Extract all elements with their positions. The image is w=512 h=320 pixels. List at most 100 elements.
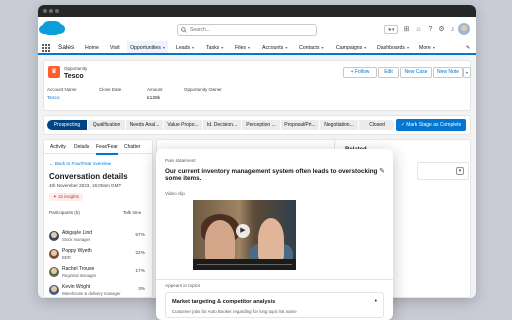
nav-item-home[interactable]: Home bbox=[85, 43, 99, 53]
user-avatar[interactable] bbox=[458, 23, 470, 35]
video-progress-track[interactable] bbox=[197, 264, 292, 265]
bell-icon[interactable]: ♪ bbox=[448, 25, 457, 34]
new-note-button[interactable]: New Note bbox=[433, 67, 463, 78]
stage-value-proposition[interactable]: Value Propo... bbox=[164, 120, 202, 130]
salesforce-logo[interactable] bbox=[39, 21, 65, 35]
nav-item-campaigns[interactable]: Campaigns ▾ bbox=[336, 43, 366, 53]
nav-item-opportunities[interactable]: Opportunities ▾ bbox=[127, 41, 168, 55]
chevron-down-icon[interactable]: ▾ bbox=[456, 167, 464, 175]
nav-item-leads[interactable]: Leads ▾ bbox=[176, 43, 194, 53]
participant-row[interactable]: Poppy Wyeth BDR 22% bbox=[49, 246, 149, 264]
play-icon[interactable]: ▶ bbox=[236, 224, 250, 238]
nav-item-files[interactable]: Files ▾ bbox=[235, 43, 250, 53]
chevron-down-icon[interactable]: ▾ bbox=[433, 45, 435, 50]
stage-id-decision[interactable]: Id. Decision... bbox=[203, 120, 241, 130]
participant-role: BDR bbox=[62, 255, 71, 260]
amount-value: £128k bbox=[147, 96, 161, 101]
conversation-date: 4th November 2023, 15:00am GMT bbox=[49, 183, 122, 188]
stage-proposal[interactable]: Proposal/Pri... bbox=[281, 120, 319, 130]
chevron-down-icon[interactable]: ▾ bbox=[192, 45, 194, 50]
chevron-down-icon[interactable]: ▾ bbox=[285, 45, 287, 50]
topic-card[interactable]: Market targeting & competitor analysis C… bbox=[165, 292, 384, 318]
chevron-down-icon[interactable]: ▾ bbox=[364, 45, 366, 50]
field-label-close-date: Close Date bbox=[99, 87, 122, 92]
app-launcher-icon[interactable] bbox=[42, 44, 50, 52]
insights-badge[interactable]: ✦ 15 insights bbox=[49, 193, 83, 201]
edit-nav-pencil-icon[interactable]: ✎ bbox=[466, 43, 470, 53]
participant-row[interactable]: Abigayle Lind Stock manager 57% bbox=[49, 228, 149, 246]
window-close-dot[interactable] bbox=[43, 9, 47, 13]
tab-activity[interactable]: Activity bbox=[50, 144, 66, 150]
nav-label: Contacts bbox=[299, 45, 320, 51]
add-icon[interactable]: ⊞ bbox=[402, 25, 411, 34]
stage-negotiation[interactable]: Negotiation... bbox=[320, 120, 358, 130]
chevron-down-icon[interactable]: ▾ bbox=[407, 45, 409, 50]
conversation-title: Conversation details bbox=[49, 172, 128, 181]
field-label-amount: Amount bbox=[147, 87, 163, 92]
edit-pencil-icon[interactable]: ✎ bbox=[379, 167, 385, 175]
follow-button[interactable]: + Follow bbox=[343, 67, 377, 78]
avatar bbox=[49, 231, 59, 241]
app-name: Sales bbox=[58, 44, 75, 51]
window-maximize-dot[interactable] bbox=[55, 9, 59, 13]
participants-header: Participants (5) bbox=[49, 210, 80, 215]
tab-details[interactable]: Details bbox=[74, 144, 89, 150]
chevron-down-icon[interactable]: ▾ bbox=[321, 45, 323, 50]
nav-item-more[interactable]: More ▾ bbox=[419, 43, 435, 53]
nav-item-dashboards[interactable]: Dashboards ▾ bbox=[377, 43, 409, 53]
tab-fear-fear[interactable]: Fear/Fear bbox=[96, 144, 118, 155]
window-minimize-dot[interactable] bbox=[49, 9, 53, 13]
participant-talk-time: 57% bbox=[135, 233, 145, 238]
stage-perception[interactable]: Perception ... bbox=[242, 120, 280, 130]
related-list-box: ▾ bbox=[417, 162, 469, 180]
help-icon[interactable]: ? bbox=[426, 25, 435, 34]
account-name-link[interactable]: Tesco bbox=[47, 96, 60, 101]
nav-item-visit[interactable]: Visit bbox=[110, 43, 120, 53]
video-controls-bar[interactable] bbox=[193, 259, 296, 270]
stage-needs-analysis[interactable]: Needs Anal... bbox=[126, 120, 163, 130]
chevron-down-icon[interactable]: ▾ bbox=[248, 45, 250, 50]
edit-button[interactable]: Edit bbox=[378, 67, 399, 78]
search-icon bbox=[181, 27, 187, 33]
back-link[interactable]: ← Back to Four/Fear overview bbox=[49, 161, 111, 166]
chevron-down-icon[interactable]: ▾ bbox=[163, 45, 165, 50]
participant-role: Regional manager bbox=[62, 273, 97, 278]
video-clip-label: Video clip bbox=[165, 191, 185, 196]
stage-prospecting[interactable]: Prospecting bbox=[47, 120, 87, 130]
mark-stage-complete-button[interactable]: ✓ Mark Stage as Complete bbox=[396, 119, 466, 131]
participant-row[interactable]: Rachel Trouse Regional manager 17% bbox=[49, 264, 149, 282]
stage-qualification[interactable]: Qualification bbox=[88, 120, 125, 130]
global-search-input[interactable]: Search... bbox=[177, 24, 317, 36]
video-clip-player[interactable]: ▶ bbox=[193, 200, 296, 270]
stage-closed[interactable]: Closed bbox=[359, 120, 395, 130]
tab-chatter[interactable]: Chatter bbox=[124, 144, 140, 150]
window-titlebar bbox=[38, 5, 476, 17]
opportunity-crown-icon: ♛ bbox=[48, 66, 60, 78]
participant-row[interactable]: Kevin Wright Warehouse & delivery manage… bbox=[49, 282, 149, 298]
nav-item-accounts[interactable]: Accounts ▾ bbox=[262, 43, 287, 53]
nav-item-tasks[interactable]: Tasks ▾ bbox=[206, 43, 223, 53]
video-person-left-face bbox=[205, 220, 235, 260]
avatar bbox=[49, 267, 59, 277]
insights-label: 15 insights bbox=[57, 194, 79, 199]
video-person-right-face bbox=[258, 218, 284, 260]
nav-item-contacts[interactable]: Contacts ▾ bbox=[299, 43, 324, 53]
topic-subtitle: Customer jobs for Auto Booker regarding … bbox=[172, 309, 297, 314]
more-actions-chevron-icon[interactable]: ▾ bbox=[463, 67, 471, 78]
topic-title: Market targeting & competitor analysis bbox=[172, 299, 276, 305]
participant-name: Poppy Wyeth bbox=[62, 248, 92, 254]
gear-icon[interactable]: ⚙ bbox=[437, 25, 446, 34]
nav-label: Visit bbox=[110, 45, 120, 51]
avatar bbox=[49, 285, 59, 295]
back-link-label: Back to Four/Fear overview bbox=[54, 161, 112, 166]
field-label-opportunity-owner: Opportunity Owner bbox=[184, 87, 222, 92]
nav-label: Dashboards bbox=[377, 45, 405, 51]
setup-tree-icon[interactable]: ⌂ bbox=[414, 25, 423, 34]
record-tabs: Activity Details Fear/Fear Chatter bbox=[44, 140, 152, 155]
chevron-down-icon[interactable]: ▾ bbox=[221, 45, 223, 50]
new-case-button[interactable]: New Case bbox=[400, 67, 432, 78]
conversation-panel: Activity Details Fear/Fear Chatter ← Bac… bbox=[43, 139, 153, 298]
talk-time-header: Talk time bbox=[123, 210, 142, 215]
participant-name: Abigayle Lind bbox=[62, 230, 93, 236]
favorites-star-icon[interactable]: ★▾ bbox=[384, 25, 398, 34]
